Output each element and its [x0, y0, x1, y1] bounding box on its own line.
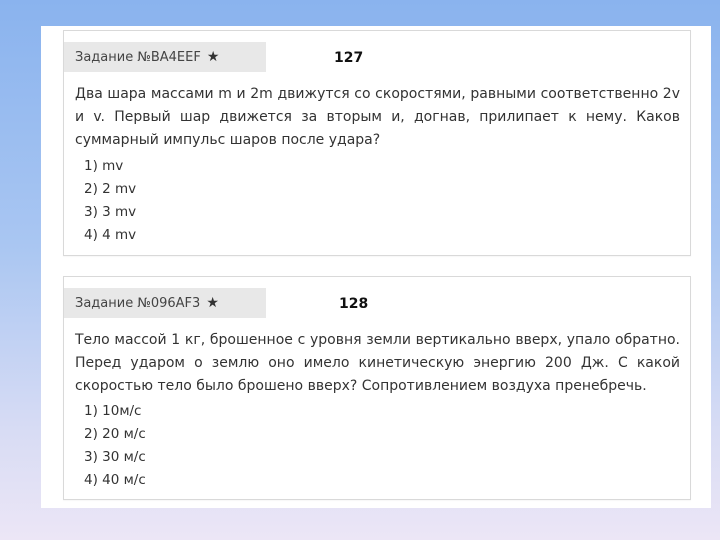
answer-option[interactable]: 4) 40 м/с: [84, 469, 146, 492]
task-header: Задание №BA4EEF ★: [64, 42, 266, 72]
task-header: Задание №096AF3 ★: [64, 288, 266, 318]
task-id: Задание №096AF3: [75, 295, 201, 311]
slide-sheet: Задание №BA4EEF ★ 127 Два шара массами m…: [41, 26, 711, 508]
answer-option[interactable]: 3) 3 mv: [84, 201, 136, 224]
question-text: Тело массой 1 кг, брошенное с уровня зем…: [75, 332, 680, 394]
task-number: 128: [339, 296, 369, 312]
task-card-127: Задание №BA4EEF ★ 127 Два шара массами m…: [63, 30, 691, 256]
star-icon[interactable]: ★: [206, 295, 219, 311]
answer-option[interactable]: 2) 2 mv: [84, 178, 136, 201]
question-text: Два шара массами m и 2m движутся со скор…: [75, 86, 680, 148]
answer-option[interactable]: 4) 4 mv: [84, 224, 136, 247]
answer-option[interactable]: 1) mv: [84, 155, 136, 178]
answer-options: 1) 10м/с 2) 20 м/с 3) 30 м/с 4) 40 м/с: [84, 400, 146, 492]
task-id: Задание №BA4EEF: [75, 49, 201, 65]
answer-options: 1) mv 2) 2 mv 3) 3 mv 4) 4 mv: [84, 155, 136, 247]
task-number: 127: [334, 50, 364, 66]
answer-option[interactable]: 3) 30 м/с: [84, 446, 146, 469]
task-card-128: Задание №096AF3 ★ 128 Тело массой 1 кг, …: [63, 276, 691, 500]
answer-option[interactable]: 1) 10м/с: [84, 400, 146, 423]
star-icon[interactable]: ★: [207, 49, 220, 65]
answer-option[interactable]: 2) 20 м/с: [84, 423, 146, 446]
